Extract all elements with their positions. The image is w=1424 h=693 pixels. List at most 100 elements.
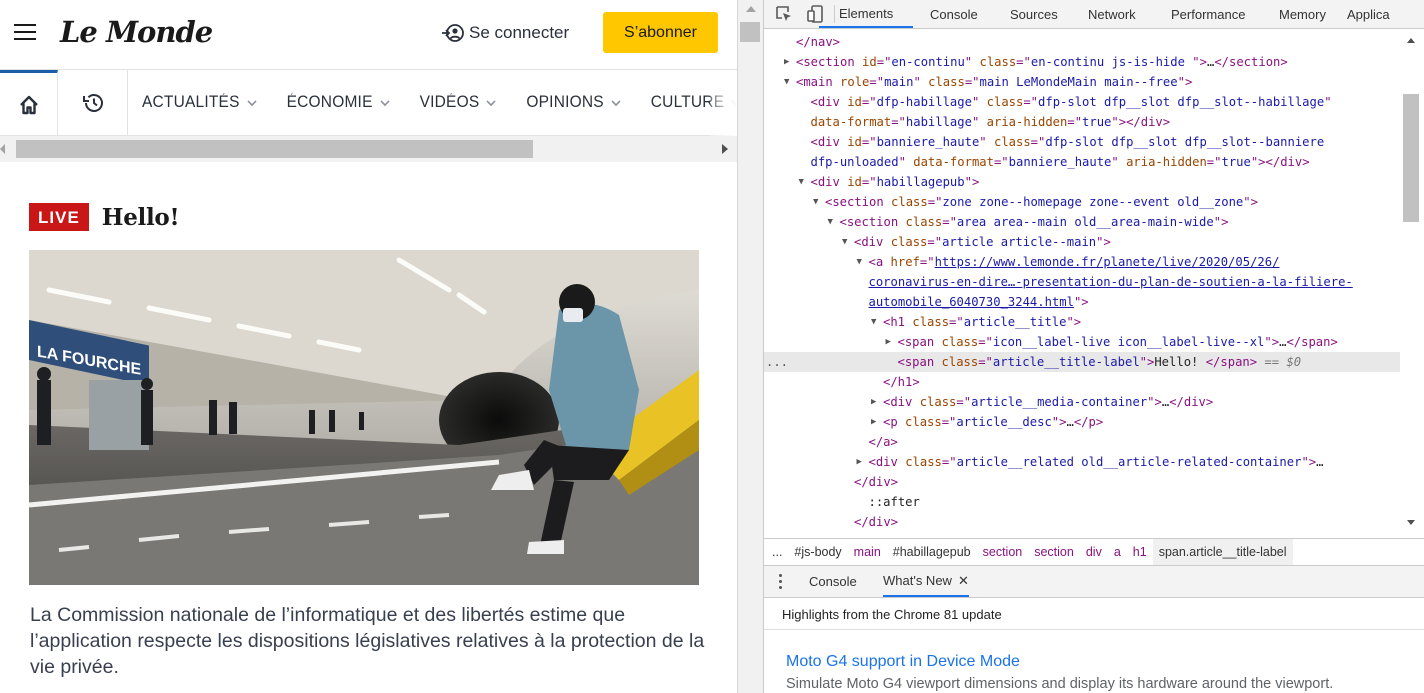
code-token: =" [993,155,1009,169]
breadcrumb-item[interactable]: a [1108,539,1127,565]
article-photo[interactable]: LA FOURCHE [29,250,699,585]
collapse-triangle-icon[interactable]: ▼ [871,312,876,332]
whats-new-item-link[interactable]: Moto G4 support in Device Mode [786,653,1020,671]
horizontal-scrollbar[interactable] [0,136,737,162]
code-token: main [884,75,914,89]
code-token: =" [964,75,980,89]
tab-performance[interactable]: Performance [1171,0,1245,28]
code-token: "> [1096,235,1111,249]
scroll-up-icon[interactable] [746,6,756,12]
breadcrumb-item[interactable]: h1 [1127,539,1153,565]
code-token: dfp-slot dfp__slot dfp__slot--habillage [1038,95,1325,109]
code-token: " [898,155,914,169]
nav-item[interactable]: ACTUALITÉS [142,94,257,113]
article-title[interactable]: LIVE Hello! [29,195,709,239]
chevron-down-icon [247,100,257,107]
code-token: =" [956,395,972,409]
code-token: =" [1067,115,1083,129]
history-icon[interactable] [58,70,128,136]
breadcrumb-item[interactable]: section [1028,539,1080,565]
elements-scrollbar[interactable] [1400,30,1424,538]
code-token: true [1082,115,1112,129]
scroll-left-icon[interactable] [0,144,5,154]
tab-network[interactable]: Network [1088,0,1136,28]
scroll-up-icon[interactable] [1407,38,1415,43]
code-token: class [912,315,950,329]
scrollbar-thumb[interactable] [740,22,760,42]
code-token: banniere_haute [876,135,980,149]
scroll-right-icon[interactable] [722,144,728,154]
elements-tree[interactable]: </nav> ▶ <section id="en-continu" class="e… [764,30,1400,538]
tab-console[interactable]: Console [930,0,978,28]
collapse-triangle-icon[interactable]: ▼ [828,212,833,232]
code-token: <a [868,255,891,269]
nav-item-label: VIDÉOS [419,93,480,112]
code-token: </h1> [883,375,920,389]
collapse-triangle-icon[interactable]: ▼ [784,72,789,92]
article-title-label[interactable]: Hello! [102,204,180,231]
breadcrumb-item[interactable]: span.article__title-label [1152,539,1293,565]
code-token: "> [1243,195,1258,209]
devtools-tabbar: Elements Console Sources Network Performance… [764,0,1424,29]
code-token: article__related old__article-related-co… [956,455,1302,469]
collapse-triangle-icon[interactable]: ▼ [842,232,847,252]
code-token: class [941,335,979,349]
main-article[interactable]: LIVE Hello! LA FOURCHE La Commission nat… [29,195,709,678]
vertical-scrollbar[interactable] [737,0,764,693]
tab-memory[interactable]: Memory [1279,0,1326,28]
inspect-element-icon[interactable] [774,4,794,24]
article-description[interactable]: La Commission nationale de l’informatiqu… [30,602,710,680]
tab-applica[interactable]: Applica [1347,0,1390,28]
scroll-down-icon[interactable] [1407,520,1415,525]
expand-triangle-icon[interactable]: ▶ [871,412,876,432]
selected-dom-node[interactable]: ... <span class="article__title-label">He… [764,352,1400,372]
code-token: <div [868,455,906,469]
tab-elements[interactable]: Elements [819,0,914,28]
breadcrumb-item[interactable]: main [848,539,887,565]
tab-console-drawer[interactable]: Console [809,566,857,597]
expand-triangle-icon[interactable]: ▶ [886,332,891,352]
scrollbar-thumb[interactable] [16,140,533,158]
scrollbar-thumb[interactable] [1403,94,1419,222]
code-token: <div [854,235,891,249]
code-token: </div> [854,475,899,489]
collapse-triangle-icon[interactable]: ▼ [799,172,804,192]
breadcrumb-item[interactable]: section [977,539,1029,565]
code-token: "> [964,175,980,189]
breadcrumb-item[interactable]: #js-body [788,539,847,565]
expand-triangle-icon[interactable]: ▶ [871,392,876,412]
collapse-triangle-icon[interactable]: ▼ [857,252,862,272]
code-token: =" [876,55,892,69]
subscribe-button[interactable]: S’abonner [603,12,718,53]
code-token: "> [1073,295,1089,309]
breadcrumb-item[interactable]: #habillagepub [887,539,977,565]
tab-whats-new[interactable]: What's New ✕ [883,566,969,597]
nav-item[interactable]: VIDÉOS [420,94,497,113]
code-token: class [919,395,957,409]
site-logo[interactable]: Le Monde [60,15,213,49]
code-token: " [971,115,987,129]
tab-sources[interactable]: Sources [1010,0,1058,28]
menu-icon[interactable] [14,24,36,42]
code-token[interactable]: https://www.lemonde.fr/planete/live/2020… [935,255,1280,269]
more-options-icon[interactable] [779,574,783,590]
expand-triangle-icon[interactable]: ▶ [784,52,789,72]
nav-item[interactable]: ÉCONOMIE [287,94,390,113]
chevron-down-icon [380,100,390,107]
code-token: "></div> [1111,115,1171,129]
breadcrumb-item[interactable]: ... [764,539,788,565]
nav-item[interactable]: OPINIONS [526,94,621,113]
home-icon[interactable] [0,70,58,136]
code-token: class [928,75,965,89]
close-icon[interactable]: ✕ [958,573,969,589]
login-link[interactable]: Se connecter [440,20,569,46]
breadcrumb-item[interactable]: div [1080,539,1108,565]
code-token: dfp-slot dfp__slot dfp__slot--banniere [1045,135,1325,149]
code-token: =" [978,335,993,349]
code-token[interactable]: automobile_6040730_3244.html [869,295,1074,309]
expand-triangle-icon[interactable]: ▶ [857,452,862,472]
code-token: article__title-label [992,355,1140,369]
code-token[interactable]: coronavirus-en-dire…-presentation-du-pla… [869,275,1353,289]
collapse-triangle-icon[interactable]: ▼ [813,192,818,212]
node-actions-icon[interactable]: ... [766,352,788,372]
